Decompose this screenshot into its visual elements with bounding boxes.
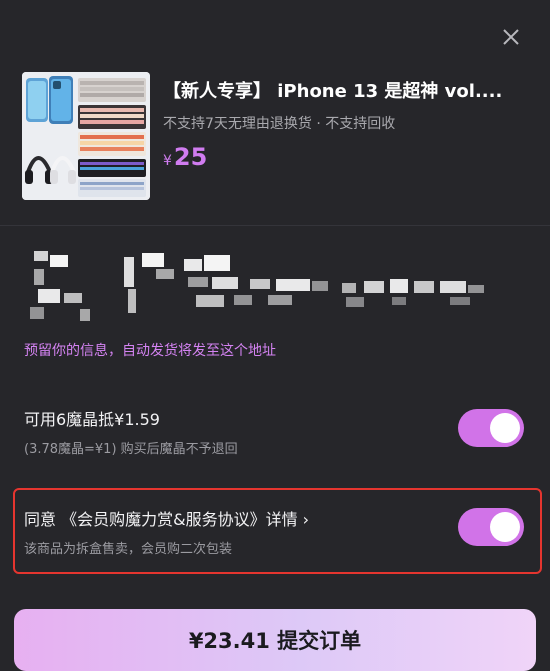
points-deduction-toggle[interactable] (458, 409, 524, 447)
product-thumbnail (22, 72, 150, 200)
agreement-title[interactable]: 同意 《会员购魔力赏&服务协议》详情 › (24, 506, 309, 530)
close-icon (503, 29, 519, 45)
address-note: 预留你的信息，自动发货将发至这个地址 (24, 343, 276, 359)
submit-order-button[interactable]: ¥23.41 提交订单 (14, 609, 536, 671)
points-deduction-title: 可用6魔晶抵¥1.59 (24, 410, 160, 429)
price-amount: 25 (173, 143, 208, 171)
product-title: 【新人专享】 iPhone 13 是超神 vol.... (163, 81, 503, 102)
agreement-subtitle: 该商品为拆盒售卖，会员购二次包装 (24, 542, 233, 557)
toggle-knob (490, 413, 520, 443)
points-deduction-subtitle: (3.78魔晶=¥1) 购买后魔晶不予退回 (24, 442, 238, 457)
price-currency: ¥ (163, 153, 172, 169)
agreement-toggle[interactable] (458, 508, 524, 546)
order-confirm-sheet: 【新人专享】 iPhone 13 是超神 vol.... 不支持7天无理由退换货… (0, 0, 550, 671)
address-redacted[interactable] (20, 245, 500, 330)
section-divider (0, 225, 550, 226)
product-return-policy: 不支持7天无理由退换货 · 不支持回收 (163, 116, 396, 132)
product-price: ¥25 (163, 143, 207, 171)
close-button[interactable] (496, 22, 526, 52)
toggle-knob (490, 512, 520, 542)
